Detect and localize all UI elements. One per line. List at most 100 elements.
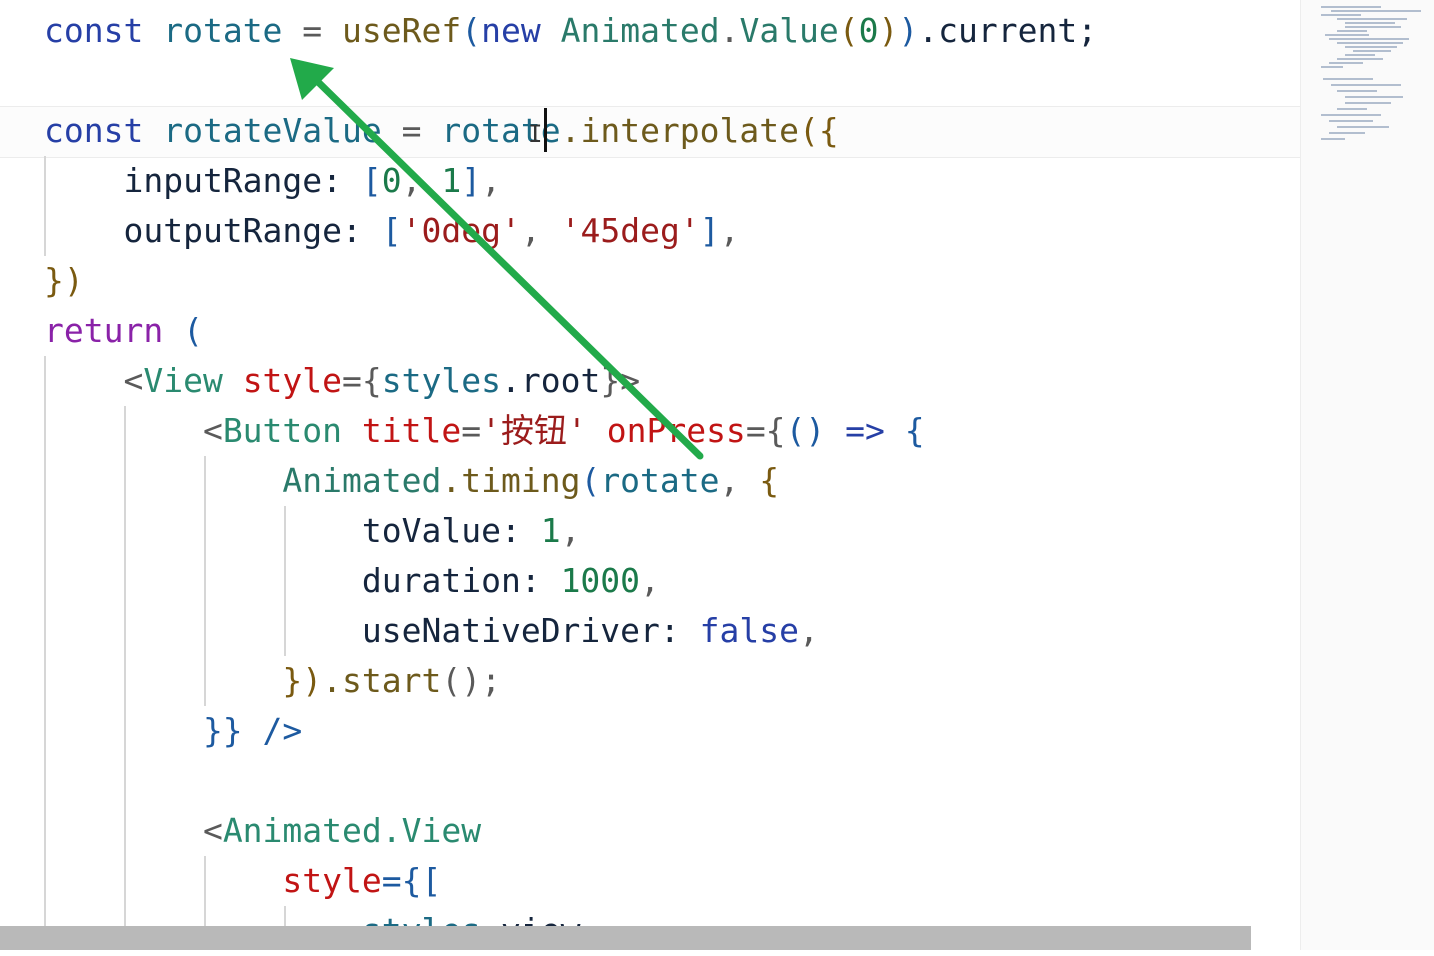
minimap-line (1345, 26, 1401, 28)
code-token: useNativeDriver: (44, 611, 700, 650)
code-token: .start (322, 661, 442, 700)
horizontal-scrollbar[interactable] (0, 926, 1251, 950)
minimap-line (1329, 132, 1365, 134)
code-token: (); (441, 661, 501, 700)
minimap-line (1345, 102, 1391, 104)
minimap-line (1337, 108, 1367, 110)
code-token: . (719, 11, 740, 50)
code-token: title (361, 411, 462, 450)
minimap-line (1337, 58, 1383, 60)
minimap-line (1337, 126, 1389, 128)
code-token: 0 (858, 11, 879, 50)
code-token: Animated.View (222, 811, 482, 850)
code-token: ) (898, 11, 919, 50)
code-token: const (44, 11, 164, 50)
code-line[interactable]: outputRange: ['0deg', '45deg'], (44, 206, 739, 256)
code-token: .current; (918, 11, 1098, 50)
code-token: '45deg' (560, 211, 700, 250)
code-token: Animated (44, 461, 442, 500)
code-token: , (401, 161, 442, 200)
code-token: ] (699, 211, 720, 250)
code-token: => (825, 411, 905, 450)
minimap-line (1325, 34, 1369, 36)
code-token: 1 (540, 511, 561, 550)
code-token: { (759, 461, 780, 500)
code-token: ={[ (381, 861, 442, 900)
code-token: rotate (600, 461, 720, 500)
code-token: return (44, 311, 184, 350)
code-token: outputRange: (44, 211, 382, 250)
minimap-line (1353, 50, 1391, 52)
minimap-line (1331, 84, 1401, 86)
code-token: ) (878, 11, 899, 50)
code-token: , (798, 611, 819, 650)
code-token: .interpolate (560, 111, 800, 150)
code-line[interactable]: return ( (44, 306, 203, 356)
minimap-line (1345, 22, 1395, 24)
text-caret (544, 108, 547, 152)
minimap-line (1345, 54, 1375, 56)
code-token: ( (580, 461, 601, 500)
code-line[interactable]: Animated.timing(rotate, { (44, 456, 779, 506)
code-line[interactable]: }) (44, 256, 84, 306)
code-line[interactable]: inputRange: [0, 1], (44, 156, 501, 206)
code-line[interactable]: duration: 1000, (44, 556, 660, 606)
code-token: () (785, 411, 826, 450)
minimap-line (1329, 38, 1409, 40)
minimap-line (1321, 114, 1381, 116)
code-line[interactable]: style={[ (44, 856, 441, 906)
code-token: , (481, 161, 502, 200)
code-line[interactable]: const rotate = useRef(new Animated.Value… (44, 6, 1097, 56)
code-token: .timing (441, 461, 581, 500)
code-line[interactable]: useNativeDriver: false, (44, 606, 819, 656)
minimap-line (1337, 18, 1407, 20)
code-token: style (242, 361, 343, 400)
code-token: , (719, 461, 760, 500)
code-token: 0 (381, 161, 402, 200)
code-token: 1000 (560, 561, 641, 600)
code-line[interactable]: }).start(); (44, 656, 501, 706)
minimap-line (1321, 6, 1381, 8)
code-line[interactable]: toValue: 1, (44, 506, 581, 556)
minimap[interactable] (1300, 0, 1434, 950)
minimap-line (1329, 120, 1373, 122)
code-token: }> (600, 361, 641, 400)
code-token: '按钮' (481, 411, 587, 450)
code-line[interactable]: const rotateValue = rotate.interpolate({ (44, 106, 839, 156)
code-token: { (904, 411, 925, 450)
code-token: = (282, 11, 343, 50)
code-token: ={ (342, 361, 382, 400)
code-token: Button (222, 411, 362, 450)
code-token: new (481, 11, 561, 50)
code-token: rotate (163, 11, 283, 50)
code-token: = (461, 411, 482, 450)
code-token: = (381, 111, 442, 150)
code-token: < (44, 361, 144, 400)
minimap-line (1321, 14, 1361, 16)
code-line[interactable]: <Animated.View (44, 806, 481, 856)
minimap-line (1337, 42, 1403, 44)
code-token: false (699, 611, 799, 650)
code-token: ( (461, 11, 482, 50)
minimap-line (1337, 30, 1367, 32)
code-token: onPress (586, 411, 746, 450)
code-token: .root (501, 361, 601, 400)
code-editor[interactable]: const rotate = useRef(new Animated.Value… (0, 0, 1300, 950)
code-line[interactable]: }} /> (44, 706, 302, 756)
minimap-line (1345, 46, 1397, 48)
code-token: View (143, 361, 243, 400)
code-token: style (44, 861, 382, 900)
code-token: ( (838, 11, 859, 50)
code-token: toValue: (44, 511, 541, 550)
code-token: [ (381, 211, 402, 250)
code-token: , (560, 511, 581, 550)
code-token: }) (44, 661, 323, 700)
ibeam-cursor-icon: I (528, 120, 543, 148)
code-line[interactable]: <Button title='按钮' onPress={() => { (44, 406, 925, 456)
code-line[interactable]: <View style={styles.root}> (44, 356, 640, 406)
code-token: ] (461, 161, 482, 200)
code-token: rotate (441, 111, 561, 150)
code-token: Value (739, 11, 839, 50)
code-token: ={ (745, 411, 786, 450)
code-token: 1 (441, 161, 462, 200)
